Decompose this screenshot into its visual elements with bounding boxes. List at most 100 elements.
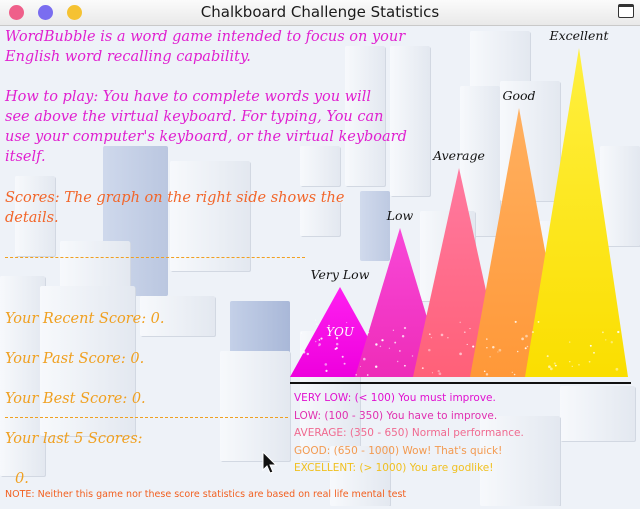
- sparkle: [316, 323, 318, 325]
- sparkle: [336, 337, 338, 339]
- sparkle: [550, 368, 553, 371]
- sparkle: [589, 361, 591, 363]
- peak-label: Very Low: [311, 267, 370, 282]
- sparkle: [548, 365, 551, 368]
- sparkle: [486, 373, 488, 375]
- sparkle: [315, 341, 317, 343]
- sparkle: [617, 331, 619, 333]
- legend-item: EXCELLENT: (> 1000) You are godlike!: [294, 460, 524, 478]
- sparkle: [616, 368, 619, 371]
- sparkle: [381, 339, 383, 341]
- sparkle: [389, 348, 390, 349]
- sparkle: [301, 332, 303, 334]
- sparkle: [447, 337, 448, 338]
- sparkle: [319, 339, 321, 341]
- sparkle: [472, 346, 474, 348]
- sparkle: [532, 331, 534, 333]
- sparkle: [404, 327, 406, 329]
- sparkle: [572, 366, 573, 367]
- sparkle: [441, 334, 444, 337]
- sparkle: [459, 322, 460, 323]
- sparkle: [318, 345, 319, 346]
- sparkle: [344, 363, 346, 365]
- sparkle: [492, 346, 494, 348]
- sparkle: [399, 350, 400, 351]
- sparkle: [459, 353, 462, 356]
- sparkle: [602, 331, 604, 333]
- sparkle: [428, 349, 431, 352]
- sparkle: [489, 356, 490, 357]
- sparkle: [438, 370, 440, 372]
- legend-item: LOW: (100 - 350) You have to improve.: [294, 408, 524, 426]
- peak-excellent: [525, 48, 628, 377]
- score-legend: VERY LOW: (< 100) You must improve. LOW: …: [294, 390, 524, 478]
- sparkle: [397, 361, 398, 362]
- sparkle: [593, 352, 595, 354]
- sparkle: [422, 367, 424, 369]
- sparkle: [554, 362, 556, 364]
- sparkle: [402, 335, 404, 337]
- sparkle: [486, 347, 487, 348]
- sparkle: [569, 361, 570, 362]
- sparkle: [517, 351, 519, 353]
- sparkle: [360, 366, 361, 367]
- sparkle: [380, 346, 382, 348]
- sparkle: [394, 342, 396, 344]
- sparkle: [605, 339, 606, 340]
- peak-label: Average: [432, 148, 485, 163]
- sparkle: [512, 372, 513, 373]
- sparkle: [521, 338, 524, 341]
- sparkle: [527, 346, 529, 348]
- sparkle: [547, 355, 549, 357]
- sparkle: [328, 325, 329, 326]
- sparkle: [514, 374, 516, 376]
- disclaimer-note: NOTE: Neither this game nor these score …: [5, 489, 406, 500]
- sparkle: [303, 351, 306, 354]
- legend-item: VERY LOW: (< 100) You must improve.: [294, 390, 524, 408]
- sparkle: [538, 321, 540, 323]
- sparkle: [393, 330, 394, 331]
- sparkle: [484, 370, 486, 372]
- sparkle: [315, 320, 316, 321]
- sparkle: [363, 358, 366, 361]
- sparkle: [525, 335, 528, 338]
- sparkle: [467, 344, 468, 345]
- sparkle: [346, 322, 347, 323]
- sparkle: [578, 364, 580, 366]
- sparkle: [367, 374, 369, 376]
- sparkle: [324, 363, 327, 366]
- sparkle: [525, 347, 527, 349]
- legend-item: GOOD: (650 - 1000) Wow! That's quick!: [294, 443, 524, 461]
- sparkle: [320, 338, 322, 340]
- you-marker: YOU: [326, 325, 355, 339]
- sparkle: [336, 343, 339, 346]
- sparkle: [404, 365, 406, 367]
- sparkle: [342, 356, 344, 358]
- sparkle: [368, 332, 369, 333]
- sparkle: [464, 331, 466, 333]
- sparkle: [307, 353, 309, 355]
- legend-item: AVERAGE: (350 - 650) Normal performance.: [294, 425, 524, 443]
- peak-label: Excellent: [548, 28, 609, 43]
- sparkle: [590, 345, 592, 347]
- sparkle: [375, 343, 377, 345]
- sparkle: [499, 349, 502, 352]
- sparkle: [611, 341, 613, 343]
- sparkle: [375, 365, 377, 367]
- sparkle: [497, 351, 498, 352]
- mouse-cursor-icon: [262, 451, 280, 475]
- sparkle: [555, 365, 557, 367]
- sparkle: [355, 374, 356, 375]
- peak-label: Good: [502, 88, 535, 103]
- sparkle: [469, 328, 470, 329]
- sparkle: [432, 372, 433, 373]
- sparkle: [300, 348, 302, 350]
- sparkle: [325, 370, 327, 372]
- peak-label: Low: [386, 208, 414, 223]
- sparkle: [412, 355, 413, 356]
- sparkle: [336, 347, 338, 349]
- sparkle: [569, 341, 570, 342]
- sparkle: [429, 333, 431, 335]
- sparkle: [439, 372, 442, 375]
- sparkle: [515, 321, 517, 323]
